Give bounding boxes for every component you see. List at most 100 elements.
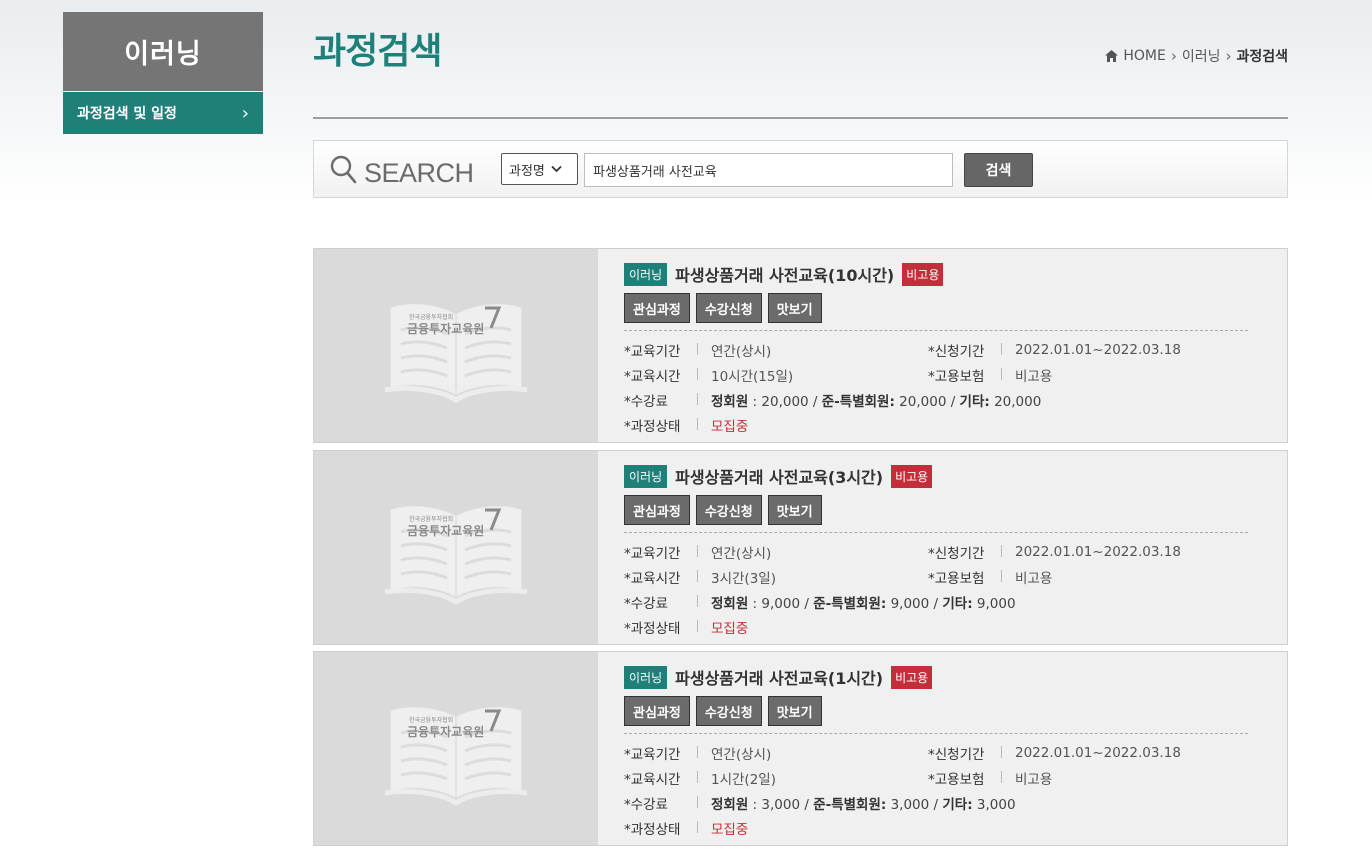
header-divider [313,117,1288,119]
course-thumbnail[interactable]: 한국금융투자협회 금융투자교육원 [314,249,598,442]
chevron-down-icon [551,162,562,177]
magnifier-icon [330,155,358,192]
label-fee: *수강료 [624,592,698,612]
label-period: *교육기간 [624,340,698,360]
breadcrumb-elearning[interactable]: 이러닝 [1182,46,1221,66]
course-info: 이러닝 파생상품거래 사전교육(1시간) 비고용 관심과정 수강신청 맛보기 *… [624,664,1248,840]
course-info: 이러닝 파생상품거래 사전교육(10시간) 비고용 관심과정 수강신청 맛보기 … [624,261,1248,437]
course-thumbnail[interactable]: 한국금융투자협회 금융투자교육원 [314,652,598,845]
open-book-icon: 한국금융투자협회 금융투자교육원 [384,303,528,403]
value-hours: 1시간(2일) [711,771,776,788]
label-insurance: *고용보험 [928,365,1002,385]
label-status: *과정상태 [624,415,698,435]
value-apply: 2022.01.01~2022.03.18 [1015,543,1181,560]
category-badge: 이러닝 [624,665,668,689]
search-select-value: 과정명 [509,163,545,179]
value-hours: 10시간(15일) [711,368,794,385]
preview-button[interactable]: 맛보기 [767,495,822,525]
home-icon[interactable] [1105,50,1119,62]
chevron-right-icon: › [241,102,249,124]
value-status: 모집중 [711,418,749,435]
course-info: 이러닝 파생상품거래 사전교육(3시간) 비고용 관심과정 수강신청 맛보기 *… [624,463,1248,639]
search-field-select[interactable]: 과정명 [501,153,578,185]
preview-button[interactable]: 맛보기 [767,293,822,323]
preview-button[interactable]: 맛보기 [767,696,822,726]
value-fee: 정회원 : 20,000 / 준-특별회원: 20,000 / 기타: 20,0… [711,393,1042,410]
course-title[interactable]: 파생상품거래 사전교육(1시간) [675,665,883,689]
logo-main-text: 금융투자교육원 [407,724,484,739]
course-card-1: 한국금융투자협회 금융투자교육원 이러닝 파생상품거래 사전교육(10시간) 비… [313,248,1288,443]
value-fee: 정회원 : 3,000 / 준-특별회원: 3,000 / 기타: 3,000 [711,796,1016,813]
sidebar-item-course-search[interactable]: 과정검색 및 일정 › [63,92,263,134]
enroll-button[interactable]: 수강신청 [695,495,762,525]
value-fee: 정회원 : 9,000 / 준-특별회원: 9,000 / 기타: 9,000 [711,595,1016,612]
label-apply: *신청기간 [928,542,1002,562]
search-label: SEARCH [364,158,474,188]
interest-button[interactable]: 관심과정 [624,293,690,323]
dashed-divider [624,532,1248,533]
logo-small-text: 한국금융투자협회 [409,313,453,321]
value-period: 연간(상시) [711,343,772,360]
course-details: *교육기간 연간(상시) *신청기간 2022.01.01~2022.03.18 *… [624,337,1248,437]
category-badge: 이러닝 [624,262,668,286]
insurance-badge: 비고용 [891,665,933,689]
course-title[interactable]: 파생상품거래 사전교육(10시간) [675,262,894,286]
chevron-right-icon: › [1170,47,1177,65]
label-hours: *교육시간 [624,768,698,788]
insurance-badge: 비고용 [891,464,933,488]
search-input[interactable] [584,153,953,187]
label-period: *교육기간 [624,542,698,562]
search-button[interactable]: 검색 [964,153,1033,187]
label-insurance: *고용보험 [928,567,1002,587]
label-fee: *수강료 [624,390,698,410]
course-card-3: 한국금융투자협회 금융투자교육원 이러닝 파생상품거래 사전교육(1시간) 비고… [313,651,1288,846]
value-insurance: 비고용 [1015,771,1053,788]
label-period: *교육기간 [624,743,698,763]
logo-small-text: 한국금융투자협회 [409,716,453,724]
dashed-divider [624,733,1248,734]
dashed-divider [624,330,1248,331]
open-book-icon: 한국금융투자협회 금융투자교육원 [384,706,528,806]
value-hours: 3시간(3일) [711,570,776,587]
label-fee: *수강료 [624,793,698,813]
sidebar-item-label: 과정검색 및 일정 [77,106,177,122]
course-details: *교육기간 연간(상시) *신청기간 2022.01.01~2022.03.18 *… [624,539,1248,639]
label-hours: *교육시간 [624,567,698,587]
value-period: 연간(상시) [711,545,772,562]
sidebar-title: 이러닝 [63,12,263,91]
label-apply: *신청기간 [928,340,1002,360]
breadcrumb-current: 과정검색 [1236,49,1288,65]
logo-main-text: 금융투자교육원 [407,321,484,336]
course-card-2: 한국금융투자협회 금융투자교육원 이러닝 파생상품거래 사전교육(3시간) 비고… [313,450,1288,645]
enroll-button[interactable]: 수강신청 [695,293,762,323]
label-status: *과정상태 [624,617,698,637]
course-details: *교육기간 연간(상시) *신청기간 2022.01.01~2022.03.18 *… [624,740,1248,840]
logo-main-text: 금융투자교육원 [407,523,484,538]
search-heading: SEARCH [330,155,474,192]
label-insurance: *고용보험 [928,768,1002,788]
value-apply: 2022.01.01~2022.03.18 [1015,744,1181,761]
interest-button[interactable]: 관심과정 [624,495,690,525]
value-status: 모집중 [711,821,749,838]
value-status: 모집중 [711,620,749,637]
open-book-icon: 한국금융투자협회 금융투자교육원 [384,505,528,605]
interest-button[interactable]: 관심과정 [624,696,690,726]
value-apply: 2022.01.01~2022.03.18 [1015,341,1181,358]
logo-small-text: 한국금융투자협회 [409,515,453,523]
value-insurance: 비고용 [1015,570,1053,587]
chevron-right-icon: › [1225,47,1232,65]
breadcrumb-home[interactable]: HOME [1123,48,1165,64]
value-period: 연간(상시) [711,746,772,763]
category-badge: 이러닝 [624,464,668,488]
course-title[interactable]: 파생상품거래 사전교육(3시간) [675,464,883,488]
course-thumbnail[interactable]: 한국금융투자협회 금융투자교육원 [314,451,598,644]
search-panel: SEARCH 과정명 검색 [313,140,1288,198]
value-insurance: 비고용 [1015,368,1053,385]
enroll-button[interactable]: 수강신청 [695,696,762,726]
page-title: 과정검색 [313,31,442,72]
label-status: *과정상태 [624,818,698,838]
breadcrumb: HOME › 이러닝 › 과정검색 [1105,46,1288,66]
label-apply: *신청기간 [928,743,1002,763]
label-hours: *교육시간 [624,365,698,385]
insurance-badge: 비고용 [902,262,944,286]
